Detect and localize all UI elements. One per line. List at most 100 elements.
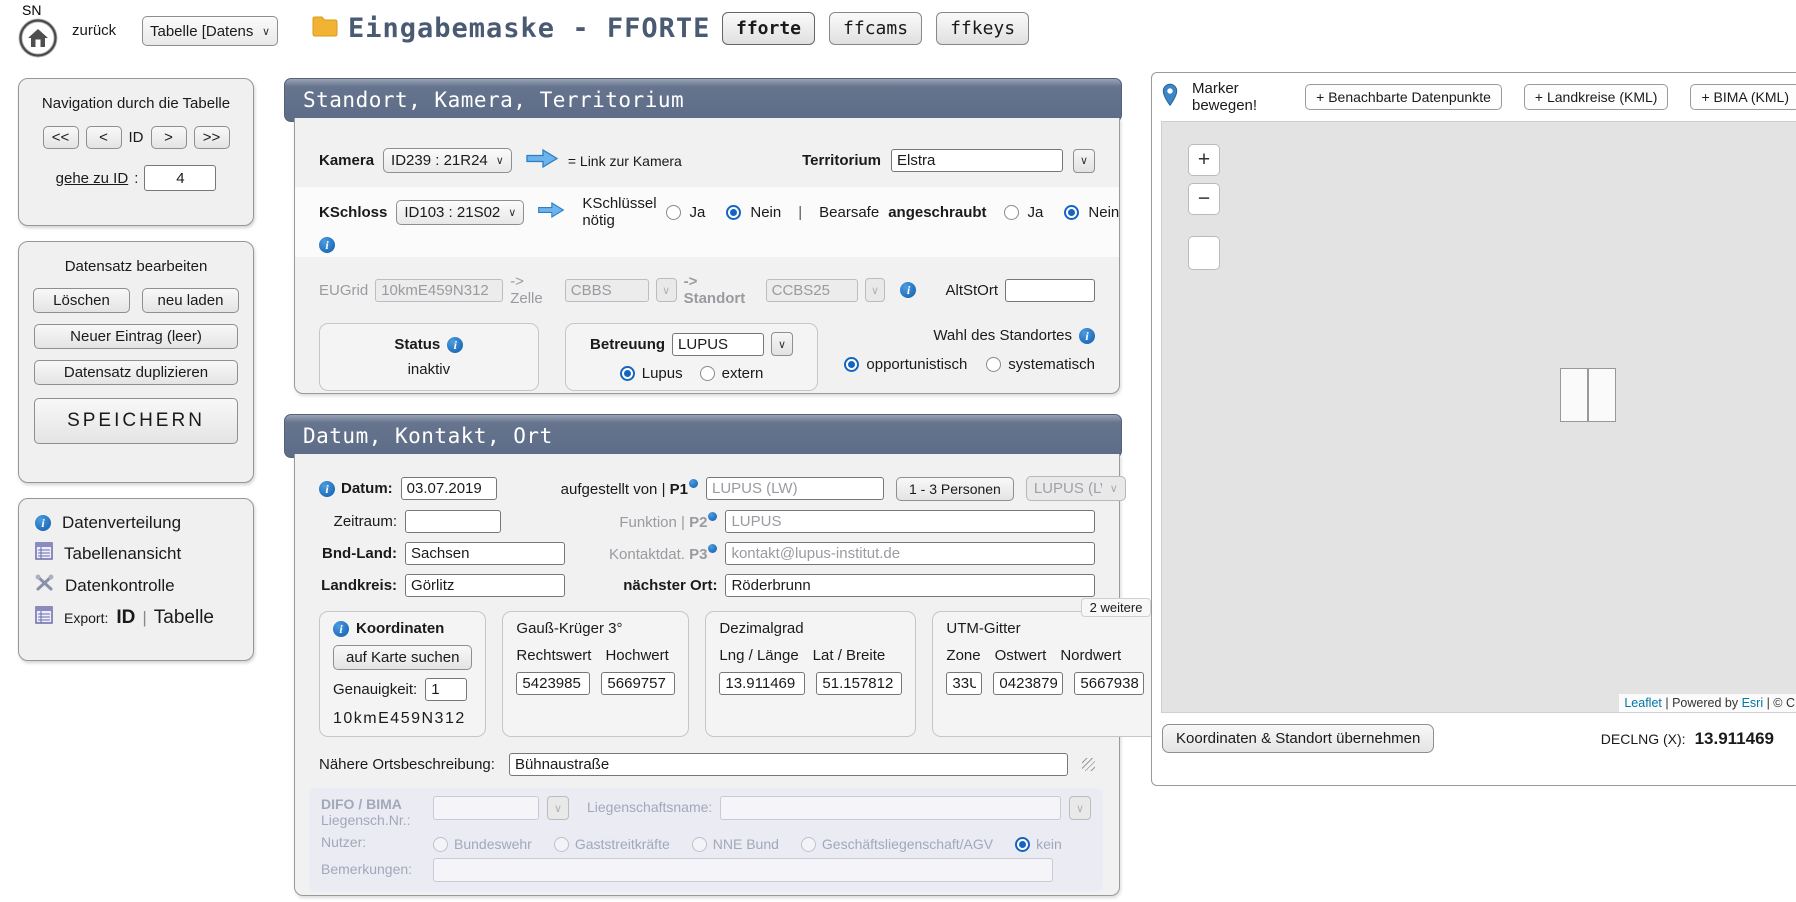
nutzer-kein-radio[interactable] [1015, 837, 1030, 852]
standort-dropdown-button: ∨ [865, 278, 886, 302]
resize-grip-icon[interactable] [1082, 758, 1095, 771]
zoom-in-button[interactable]: + [1188, 144, 1220, 176]
info-icon[interactable]: i [900, 282, 916, 298]
delete-button[interactable]: Löschen [33, 288, 130, 313]
reload-button[interactable]: neu laden [142, 288, 239, 313]
utm-title: UTM-Gitter [946, 620, 1144, 637]
duplicate-button[interactable]: Datensatz duplizieren [34, 360, 238, 385]
zeitraum-input[interactable] [405, 510, 501, 533]
altstort-input[interactable] [1005, 279, 1095, 302]
table-view-link[interactable]: Tabellenansicht [35, 542, 237, 565]
prev-record-button[interactable]: < [86, 126, 122, 149]
back-link[interactable]: zurück [72, 22, 116, 39]
app-button-ffkeys[interactable]: ffkeys [936, 12, 1029, 45]
app-button-fforte[interactable]: fforte [722, 12, 815, 45]
data-distribution-link[interactable]: i Datenverteilung [35, 513, 237, 533]
info-icon[interactable] [708, 512, 717, 521]
ortsbeschreibung-input[interactable] [509, 753, 1068, 776]
info-icon[interactable]: i [333, 621, 349, 637]
utm-zone-input[interactable] [946, 672, 982, 695]
ort-input[interactable] [725, 574, 1095, 597]
nutzer-bundeswehr-option: Bundeswehr [433, 836, 532, 852]
bearsafe-ja-radio[interactable] [1004, 205, 1019, 220]
apply-coordinates-button[interactable]: Koordinaten & Standort übernehmen [1162, 724, 1434, 753]
bearsafe-nein-radio[interactable] [1064, 205, 1079, 220]
info-icon[interactable] [708, 544, 717, 553]
kschloss-label: KSchloss [319, 204, 387, 221]
next-record-button[interactable]: > [151, 126, 187, 149]
utm-nord-input[interactable] [1074, 672, 1144, 695]
neighbors-button[interactable]: + Benachbarte Datenpunkte [1305, 84, 1502, 110]
hochwert-input[interactable] [601, 672, 675, 695]
kschloss-select[interactable]: ID103 : 21S02 ∨ [396, 200, 524, 225]
betreuung-extern-radio[interactable] [700, 366, 715, 381]
eugrid-label: EUGrid [319, 282, 368, 299]
difo-title: DIFO / BIMA [321, 796, 425, 812]
betreuung-input[interactable] [672, 333, 764, 356]
last-record-button[interactable]: >> [194, 126, 230, 149]
link-arrow-icon[interactable] [537, 201, 565, 223]
territorium-input[interactable] [891, 149, 1063, 172]
leaflet-link[interactable]: Leaflet [1624, 696, 1662, 710]
edit-panel-title: Datensatz bearbeiten [65, 258, 208, 275]
export-table-link[interactable]: Tabelle [154, 607, 214, 629]
genauigkeit-input[interactable] [425, 678, 467, 701]
nutzer-bundeswehr-radio[interactable] [433, 837, 448, 852]
betreuung-dropdown-button[interactable]: ∨ [771, 332, 793, 356]
kschluessel-ja-radio[interactable] [666, 205, 681, 220]
info-icon[interactable]: i [447, 337, 463, 353]
landkreis-input[interactable] [405, 574, 565, 597]
nutzer-nnebund-radio[interactable] [692, 837, 707, 852]
nutzer-gaststreitkraefte-radio[interactable] [554, 837, 569, 852]
p1-input[interactable] [706, 477, 884, 500]
table-select[interactable]: Tabelle [Datens ∨ [142, 16, 278, 46]
lng-input[interactable] [719, 672, 805, 695]
export-id-link[interactable]: ID [116, 607, 135, 629]
info-icon[interactable]: i [1079, 328, 1095, 344]
app-button-ffcams[interactable]: ffcams [829, 12, 922, 45]
opportunistisch-radio[interactable] [844, 357, 859, 372]
zoom-out-button[interactable]: − [1188, 183, 1220, 215]
territorium-dropdown-button[interactable]: ∨ [1073, 149, 1095, 173]
info-icon[interactable]: i [319, 481, 335, 497]
status-value: inaktiv [408, 361, 451, 378]
more-coords-button[interactable]: 2 weitere [1081, 598, 1152, 617]
home-button[interactable]: SN [14, 2, 62, 62]
nutzer-geschaeft-radio[interactable] [801, 837, 816, 852]
p2-input[interactable] [725, 510, 1095, 533]
altstort-label: AltStOrt [945, 282, 998, 299]
layers-control-button[interactable] [1188, 236, 1220, 270]
p3-input[interactable] [725, 542, 1095, 565]
personen-button[interactable]: 1 - 3 Personen [896, 477, 1014, 501]
systematisch-radio[interactable] [986, 357, 1001, 372]
rechtswert-input[interactable] [516, 672, 590, 695]
koordinaten-box: i Koordinaten auf Karte suchen Genauigke… [319, 611, 486, 737]
first-record-button[interactable]: << [43, 126, 79, 149]
esri-link[interactable]: Esri [1742, 696, 1764, 710]
map-search-button[interactable]: auf Karte suchen [333, 645, 472, 670]
save-button[interactable]: SPEICHERN [34, 398, 238, 444]
region-label: SN [14, 2, 62, 18]
goto-id-input[interactable] [144, 165, 216, 191]
link-hint: = Link zur Kamera [568, 153, 682, 169]
new-entry-button[interactable]: Neuer Eintrag (leer) [34, 324, 238, 349]
landkreis-label: Landkreis: [319, 577, 397, 594]
kschluessel-nein-radio[interactable] [726, 205, 741, 220]
info-icon[interactable]: i [319, 237, 335, 253]
map-canvas[interactable]: + − Leaflet | Powered by Esri | © C [1161, 121, 1796, 713]
info-icon[interactable] [689, 479, 698, 488]
betreuung-lupus-radio[interactable] [620, 366, 635, 381]
landkreise-kml-button[interactable]: + Landkreise (KML) [1524, 84, 1669, 110]
bndland-input[interactable] [405, 542, 565, 565]
bearsafe-label: Bearsafe [819, 204, 879, 221]
link-arrow-icon[interactable] [525, 148, 559, 173]
lat-input[interactable] [816, 672, 902, 695]
utm-ost-input[interactable] [993, 672, 1063, 695]
kschluessel-label: KSchlüssel nötig [582, 195, 656, 229]
data-control-link[interactable]: Datenkontrolle [35, 574, 237, 597]
bima-kml-button[interactable]: + BIMA (KML) [1690, 84, 1796, 110]
datum-input[interactable] [401, 477, 497, 500]
goto-id-link[interactable]: gehe zu ID [56, 170, 129, 187]
kamera-select[interactable]: ID239 : 21R24 ∨ [383, 148, 512, 173]
home-icon [18, 45, 58, 62]
